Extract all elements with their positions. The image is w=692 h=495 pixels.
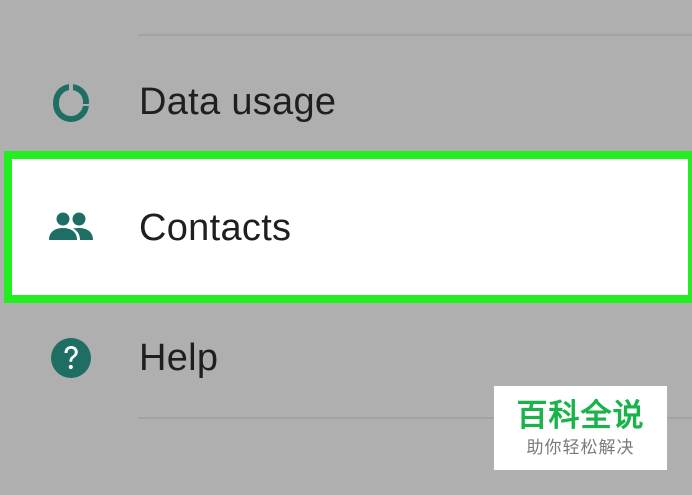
list-divider [138, 34, 692, 36]
settings-item-label: Data usage [139, 81, 337, 123]
settings-item-contacts[interactable]: Contacts [0, 164, 692, 292]
contacts-icon [47, 204, 95, 252]
watermark-badge: 百科全说 助你轻松解决 [494, 386, 667, 470]
settings-item-label: Help [139, 337, 219, 379]
watermark-title: 百科全说 [516, 398, 645, 433]
data-usage-icon [47, 78, 95, 126]
settings-screen: Data usage Contacts Help 百科全说 助你轻松解决 [0, 0, 692, 495]
settings-item-data-usage[interactable]: Data usage [0, 38, 692, 166]
watermark-subtitle: 助你轻松解决 [526, 438, 635, 457]
settings-item-label: Contacts [139, 207, 292, 249]
help-icon [47, 334, 95, 382]
